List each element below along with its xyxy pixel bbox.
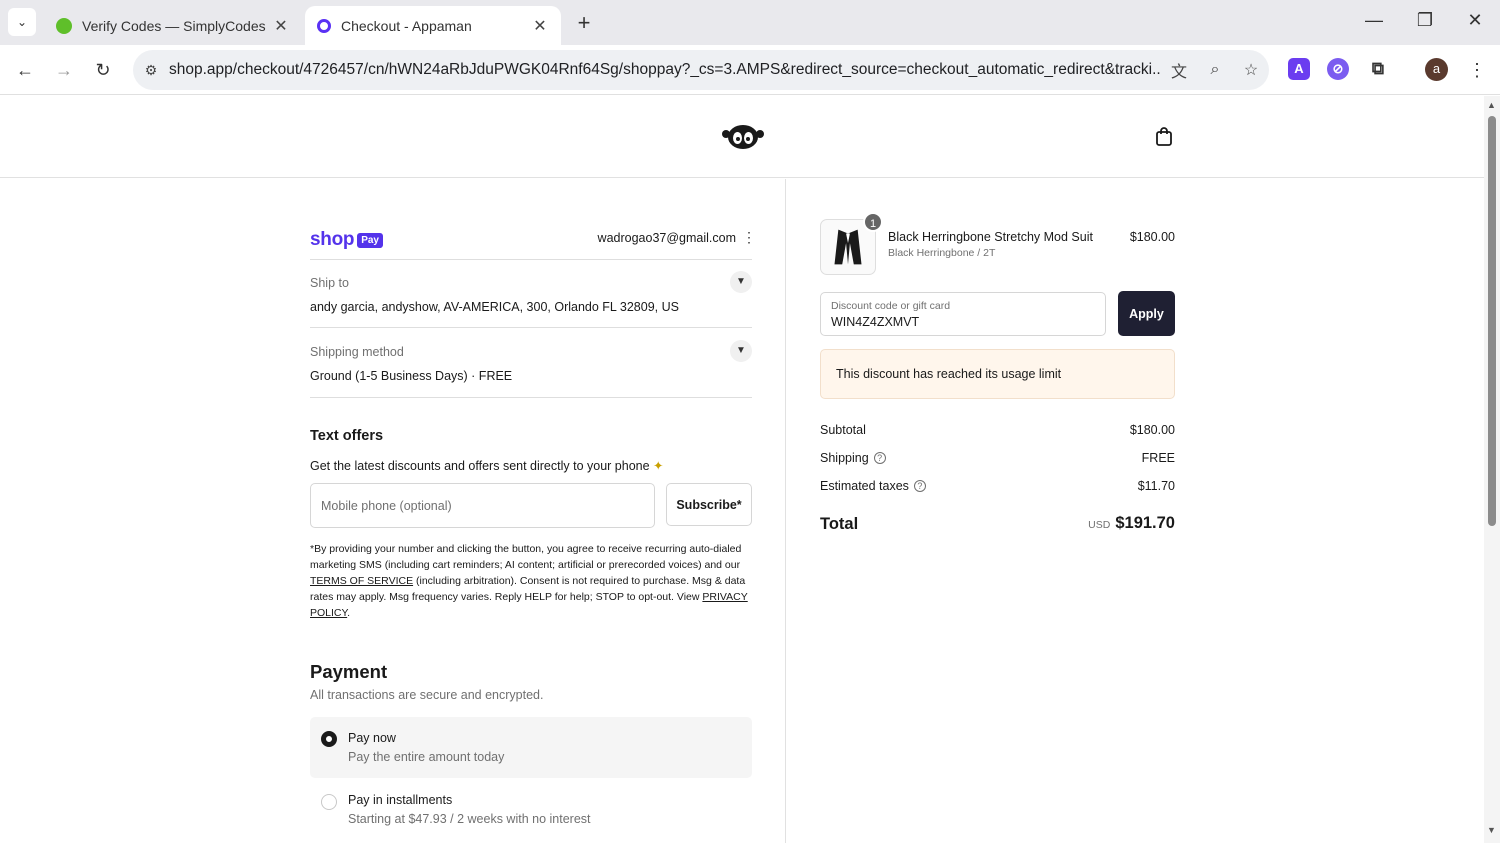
- product-quantity-badge: 1: [863, 212, 883, 232]
- product-price: $180.00: [1129, 230, 1175, 244]
- shipping-method-value: Ground (1-5 Business Days) · FREE: [310, 369, 513, 383]
- divider: [310, 397, 752, 398]
- shipping-value: FREE: [1141, 451, 1175, 465]
- legal-text-1: *By providing your number and clicking t…: [310, 543, 742, 571]
- discount-error-alert: This discount has reached its usage limi…: [820, 349, 1175, 399]
- reload-icon[interactable]: ↻: [90, 57, 116, 83]
- close-window-icon[interactable]: ✕: [1463, 10, 1487, 31]
- shipping-label: Shipping?: [820, 451, 886, 465]
- tab-checkout[interactable]: Checkout - Appaman ✕: [305, 6, 561, 45]
- shop-pay-logo: shop Pay: [310, 229, 383, 251]
- total-currency: USD: [1088, 519, 1111, 531]
- discount-code-field[interactable]: Discount code or gift card: [820, 292, 1106, 336]
- shipping-info-icon[interactable]: ?: [873, 452, 886, 464]
- store-header: [0, 96, 1484, 178]
- sparkle-icon: ✦: [653, 459, 664, 473]
- taxes-label: Estimated taxes?: [820, 479, 926, 493]
- shop-pay-word: shop: [310, 229, 355, 250]
- pay-now-title: Pay now: [348, 731, 396, 745]
- legal-text-3: .: [347, 607, 351, 619]
- sms-legal-text: *By providing your number and clicking t…: [310, 541, 752, 621]
- simplycodes-favicon-icon: [56, 17, 72, 34]
- pay-installments-subtitle: Starting at $47.93 / 2 weeks with no int…: [348, 812, 591, 826]
- subtotal-label-text: Subtotal: [820, 423, 866, 437]
- total-label: Total: [820, 515, 859, 533]
- shop-favicon-icon: [317, 18, 331, 33]
- total-amount: $191.70: [1115, 514, 1175, 532]
- extensions-puzzle-icon[interactable]: ⧉: [1367, 58, 1389, 80]
- discount-code-label: Discount code or gift card: [831, 300, 951, 312]
- extension-a-icon[interactable]: A: [1288, 58, 1310, 80]
- address-bar[interactable]: ⚙ shop.app/checkout/4726457/cn/hWN24aRbJ…: [133, 50, 1269, 90]
- divider: [310, 259, 752, 260]
- tab-bar: ⌄ Verify Codes — SimplyCodes ✕ Checkout …: [0, 0, 1500, 45]
- forward-icon[interactable]: →: [51, 57, 77, 83]
- pay-installments-option[interactable]: Pay in installments Starting at $47.93 /…: [310, 779, 752, 840]
- checkout-form: shop Pay wadrogao37@gmail.com ⋮ Ship to …: [0, 179, 786, 843]
- payment-heading: Payment: [310, 661, 388, 682]
- back-icon[interactable]: ←: [12, 57, 38, 83]
- scroll-up-icon[interactable]: ▲: [1487, 100, 1496, 110]
- text-offers-description-text: Get the latest discounts and offers sent…: [310, 459, 650, 473]
- ship-to-chevron-down-icon[interactable]: ▼: [730, 271, 752, 293]
- shopping-bag-icon[interactable]: [1154, 126, 1174, 146]
- shipping-method-chevron-down-icon[interactable]: ▼: [730, 340, 752, 362]
- subtotal-value: $180.00: [1129, 423, 1175, 437]
- minimize-icon[interactable]: —: [1362, 10, 1386, 31]
- terms-of-service-link[interactable]: TERMS OF SERVICE: [310, 575, 413, 587]
- divider: [310, 327, 752, 328]
- product-variant: Black Herringbone / 2T: [888, 247, 996, 259]
- scrollbar-thumb[interactable]: [1488, 116, 1496, 526]
- total-value: USD $191.70: [1017, 514, 1175, 533]
- payment-subheading: All transactions are secure and encrypte…: [310, 688, 544, 702]
- shop-pay-badge: Pay: [357, 232, 383, 248]
- product-name: Black Herringbone Stretchy Mod Suit: [888, 230, 1093, 244]
- order-summary: 1 Black Herringbone Stretchy Mod Suit Bl…: [787, 179, 1484, 843]
- text-offers-description: Get the latest discounts and offers sent…: [310, 458, 664, 473]
- new-tab-icon[interactable]: +: [572, 10, 596, 36]
- extension-simplycodes-icon[interactable]: ⊘: [1327, 58, 1349, 80]
- browser-toolbar: ← → ↻ ⚙ shop.app/checkout/4726457/cn/hWN…: [0, 45, 1500, 95]
- pay-now-subtitle: Pay the entire amount today: [348, 750, 505, 764]
- ship-to-address: andy garcia, andyshow, AV-AMERICA, 300, …: [310, 300, 679, 314]
- tab-title: Checkout - Appaman: [341, 17, 472, 34]
- url-text[interactable]: shop.app/checkout/4726457/cn/hWN24aRbJdu…: [169, 61, 1161, 79]
- subscribe-button[interactable]: Subscribe*: [666, 483, 752, 526]
- pay-now-radio[interactable]: [321, 731, 337, 747]
- shipping-method-label: Shipping method: [310, 345, 404, 359]
- subtotal-label: Subtotal: [820, 423, 866, 437]
- translate-icon[interactable]: 文: [1161, 58, 1197, 82]
- taxes-value: $11.70: [1137, 479, 1175, 493]
- zoom-icon[interactable]: ⌕: [1197, 61, 1233, 79]
- browser-menu-icon[interactable]: ⋮: [1464, 57, 1490, 83]
- close-tab-icon[interactable]: ✕: [531, 16, 549, 36]
- taxes-label-text: Estimated taxes: [820, 479, 909, 493]
- monkey-logo-icon[interactable]: [722, 122, 764, 150]
- text-offers-heading: Text offers: [310, 428, 384, 444]
- tab-verify-codes[interactable]: Verify Codes — SimplyCodes ✕: [44, 6, 302, 45]
- pay-now-option[interactable]: Pay now Pay the entire amount today: [310, 717, 752, 778]
- tab-title: Verify Codes — SimplyCodes: [82, 17, 266, 34]
- bookmark-star-icon[interactable]: ☆: [1233, 60, 1269, 80]
- mobile-phone-input[interactable]: [310, 483, 655, 528]
- shipping-label-text: Shipping: [820, 451, 869, 465]
- restore-icon[interactable]: ❐: [1413, 10, 1437, 31]
- site-info-icon[interactable]: ⚙: [133, 62, 169, 79]
- ship-to-label: Ship to: [310, 276, 349, 290]
- discount-code-input[interactable]: [831, 315, 1091, 329]
- account-email: wadrogao37@gmail.com: [597, 231, 736, 245]
- page-scrollbar[interactable]: ▲ ▼: [1484, 96, 1500, 843]
- pay-installments-radio[interactable]: [321, 794, 337, 810]
- checkout-page: shop Pay wadrogao37@gmail.com ⋮ Ship to …: [0, 96, 1484, 843]
- close-tab-icon[interactable]: ✕: [272, 16, 290, 36]
- pay-installments-title: Pay in installments: [348, 793, 453, 807]
- account-menu-icon[interactable]: ⋮: [742, 229, 756, 246]
- taxes-info-icon[interactable]: ?: [913, 480, 926, 492]
- scroll-down-icon[interactable]: ▼: [1487, 825, 1496, 835]
- tab-search-icon[interactable]: ⌄: [8, 8, 36, 36]
- profile-avatar[interactable]: a: [1425, 58, 1448, 81]
- apply-discount-button[interactable]: Apply: [1118, 291, 1175, 336]
